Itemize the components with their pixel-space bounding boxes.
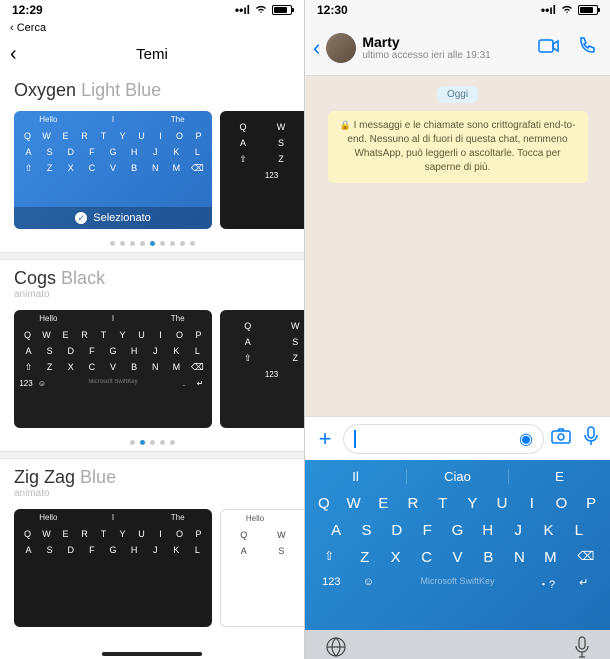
status-bar: 12:30 ••ıl	[305, 0, 610, 20]
camera-icon[interactable]	[548, 428, 574, 449]
battery-icon	[272, 5, 292, 15]
theme-row-oxygen[interactable]: HelloIThe QWERTYUIOP ASDFGHJKL ⇧ZXCVBNM⌫…	[0, 105, 304, 235]
pagination-dots-cogs[interactable]	[0, 434, 304, 451]
keyboard-row-4[interactable]: 123 ☺ Microsoft SwiftKey ・? ↵	[305, 571, 610, 597]
keyboard-row-1[interactable]: QWERTYUIOP	[305, 490, 610, 517]
dictation-mic-icon[interactable]	[574, 636, 590, 659]
keyboard-row-3[interactable]: ⇧ ZXCVBNM ⌫	[305, 544, 610, 571]
lock-icon: 🔒	[340, 120, 351, 130]
home-indicator[interactable]	[102, 652, 202, 656]
mic-icon[interactable]	[578, 426, 604, 451]
divider	[0, 451, 304, 459]
keyboard-preview-oxygen-selected[interactable]: HelloIThe QWERTYUIOP ASDFGHJKL ⇧ZXCVBNM⌫…	[14, 111, 212, 229]
back-chevron-icon[interactable]: ‹	[10, 43, 17, 66]
video-call-icon[interactable]	[532, 37, 566, 58]
keyboard-preview-zigzag-2[interactable]: Hello QWERT ASDFG	[220, 509, 304, 627]
theme-row-cogs[interactable]: HelloIThe QWERTYUIOP ASDFGHJKL ⇧ZXCVBNM⌫…	[0, 304, 304, 434]
globe-icon[interactable]	[325, 636, 347, 659]
battery-icon	[578, 5, 598, 15]
message-input-bar: + ◉	[305, 416, 610, 460]
keyboard-bottom-bar	[305, 630, 610, 659]
encryption-notice[interactable]: 🔒 I messaggi e le chiamate sono crittogr…	[328, 111, 588, 183]
shift-key: ⇧	[309, 549, 349, 566]
swiftkey-keyboard[interactable]: Il Ciao E QWERTYUIOP ASDFGHJKL ⇧ ZXCVBNM…	[305, 460, 610, 630]
voice-call-icon[interactable]	[572, 36, 602, 59]
suggestion-2[interactable]: Ciao	[407, 469, 509, 484]
chat-messages-area[interactable]: Oggi 🔒 I messaggi e le chiamate sono cri…	[305, 76, 610, 416]
check-icon: ✓	[75, 212, 87, 224]
sticker-icon[interactable]: ◉	[519, 429, 533, 449]
suggestion-bar[interactable]: Il Ciao E	[305, 462, 610, 490]
theme-header-oxygen: Oxygen Light Blue	[0, 72, 304, 105]
divider	[0, 252, 304, 260]
keyboard-preview-cogs-1[interactable]: HelloIThe QWERTYUIOP ASDFGHJKL ⇧ZXCVBNM⌫…	[14, 310, 212, 428]
keyboard-preview-zigzag-1[interactable]: HelloIThe QWERTYUIOP ASDFGHJKL	[14, 509, 212, 627]
punct-key: ・?	[532, 576, 562, 592]
keyboard-preview-oxygen-2[interactable]: QWERT ASDFG ⇧ZXCV 123☺	[220, 111, 304, 229]
keyboard-preview-cogs-2[interactable]: QWER ASDF ⇧ZXC 123☺	[220, 310, 304, 428]
signal-icon: ••ıl	[541, 3, 556, 17]
status-time: 12:30	[317, 3, 348, 17]
keyboard-row-2[interactable]: ASDFGHJKL	[305, 517, 610, 544]
nav-bar: ‹ Temi	[0, 36, 304, 72]
theme-row-zigzag[interactable]: HelloIThe QWERTYUIOP ASDFGHJKL Hello QWE…	[0, 503, 304, 633]
status-bar: 12:29 ••ıl	[0, 0, 304, 20]
theme-header-zigzag: Zig Zag Blue animato	[0, 459, 304, 503]
back-search[interactable]: ‹ Cerca	[0, 20, 304, 36]
contact-status: ultimo accesso ieri alle 19:31	[362, 50, 526, 61]
back-chevron-icon[interactable]: ‹	[313, 35, 320, 61]
contact-info[interactable]: Marty ultimo accesso ieri alle 19:31	[362, 34, 526, 61]
avatar[interactable]	[326, 33, 356, 63]
themes-screen: 12:29 ••ıl ‹ Cerca ‹ Temi Oxygen Light B…	[0, 0, 305, 659]
selected-badge: ✓Selezionato	[14, 207, 212, 229]
wifi-icon	[560, 3, 574, 17]
enter-key: ↵	[561, 576, 606, 592]
whatsapp-chat-screen: 12:30 ••ıl ‹ Marty ultimo accesso ieri a…	[305, 0, 610, 659]
chat-header: ‹ Marty ultimo accesso ieri alle 19:31	[305, 20, 610, 76]
status-time: 12:29	[12, 3, 43, 17]
pagination-dots-oxygen[interactable]	[0, 235, 304, 252]
date-badge: Oggi	[437, 86, 478, 103]
theme-header-cogs: Cogs Black animato	[0, 260, 304, 304]
suggestion-1[interactable]: Il	[305, 469, 407, 484]
contact-name: Marty	[362, 34, 526, 50]
space-key: Microsoft SwiftKey	[383, 576, 532, 592]
suggestion-3[interactable]: E	[509, 469, 610, 484]
signal-icon: ••ıl	[235, 3, 250, 17]
message-input[interactable]: ◉	[343, 424, 544, 454]
text-cursor	[354, 430, 356, 448]
wifi-icon	[254, 3, 268, 17]
attach-plus-icon[interactable]: +	[311, 426, 339, 452]
backspace-key: ⌫	[566, 549, 606, 566]
numbers-key: 123	[309, 576, 354, 592]
nav-title: Temi	[136, 46, 168, 63]
emoji-key: ☺	[354, 576, 384, 592]
